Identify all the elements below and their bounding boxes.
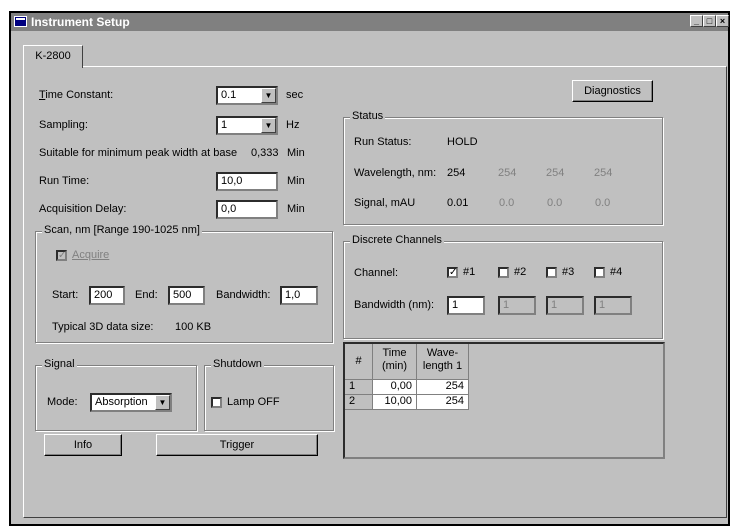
channel-1-checkbox[interactable]: ✓ [447,267,458,278]
trigger-button[interactable]: Trigger [156,434,318,456]
timetable-grid[interactable]: # Time (min) Wave- length 1 1 0,00 254 2… [343,342,665,459]
bandwidth-4-input[interactable]: 1 [594,296,632,315]
mode-label: Mode: [47,396,78,408]
signal-group-title: Signal [42,358,77,370]
run-time-unit: Min [287,175,305,187]
scan-end-label: End: [135,289,158,301]
run-status-value: HOLD [447,136,478,148]
discrete-channels-title: Discrete Channels [350,234,444,246]
instrument-setup-window: Instrument Setup _ □ × K-2800 Time Const… [9,11,730,526]
mode-select[interactable]: Absorption ▼ [90,393,172,412]
time-constant-value: 0.1 [221,89,237,101]
mode-value: Absorption [95,396,148,408]
peak-width-text: Suitable for minimum peak width at base [39,147,238,159]
acquire-checkbox[interactable]: ✓ [56,250,67,261]
channel-2-checkbox[interactable] [498,267,509,278]
signal-label: Signal, mAU [354,197,416,209]
time-constant-select[interactable]: 0.1 ▼ [216,86,278,105]
col-header-wave-line1: Wave- [426,347,459,359]
acquisition-delay-label: Acquisition Delay: [39,203,127,215]
chevron-down-icon[interactable]: ▼ [261,118,276,133]
col-header-time-line2: (min) [381,360,408,372]
scan-bandwidth-input[interactable]: 1,0 [280,286,318,305]
channel-3-checkbox[interactable] [546,267,557,278]
time-constant-unit: sec [286,89,304,101]
table-row-2-time[interactable]: 10,00 [373,395,417,410]
signal-value-3: 0.0 [547,197,563,209]
chevron-down-icon[interactable]: ▼ [261,88,276,103]
wavelength-value-1: 254 [447,167,466,179]
sampling-select[interactable]: 1 ▼ [216,116,278,135]
info-button[interactable]: Info [44,434,122,456]
bandwidth-1-input[interactable]: 1 [447,296,485,315]
tab-k2800[interactable]: K-2800 [23,45,83,68]
acquisition-delay-input[interactable]: 0,0 [216,200,278,219]
lamp-off-label: Lamp OFF [227,396,280,408]
channel-label: Channel: [354,267,399,279]
wavelength-value-2: 254 [498,167,517,179]
acquisition-delay-unit: Min [287,203,305,215]
peak-width-value: 0,333 [251,147,279,159]
table-row-1-time[interactable]: 0,00 [373,380,417,395]
signal-value-1: 0.01 [447,197,469,209]
col-header-wave-line2: length 1 [422,360,463,372]
wavelength-value-3: 254 [546,167,565,179]
table-row-2-wavelength[interactable]: 254 [417,395,469,410]
sampling-value: 1 [221,119,228,131]
channel-2-label: #2 [514,266,527,278]
table-row-1-wavelength[interactable]: 254 [417,380,469,395]
lamp-off-checkbox[interactable] [211,397,222,408]
data-size-value: 100 KB [175,321,212,333]
sampling-unit: Hz [286,119,300,131]
scan-start-input[interactable]: 200 [89,286,125,305]
discrete-channels-group: Discrete Channels [343,234,663,339]
window-title: Instrument Setup [31,15,130,29]
col-header-index: # [345,344,373,380]
diagnostics-button[interactable]: Diagnostics [572,80,653,102]
maximize-button[interactable]: □ [703,15,716,27]
channel-4-label: #4 [610,266,623,278]
minimize-button[interactable]: _ [690,15,703,27]
peak-width-unit: Min [287,147,305,159]
signal-value-2: 0.0 [499,197,515,209]
channel-3-label: #3 [562,266,575,278]
channel-4-checkbox[interactable] [594,267,605,278]
run-time-label: Run Time: [39,175,90,187]
data-size-label: Typical 3D data size: [52,321,154,333]
scan-end-input[interactable]: 500 [168,286,205,305]
wavelength-label: Wavelength, nm: [354,167,437,179]
scan-group-title: Scan, nm [Range 190-1025 nm] [42,224,202,236]
shutdown-group-title: Shutdown [211,358,264,370]
run-time-input[interactable]: 10,0 [216,172,278,191]
scan-start-label: Start: [52,289,79,301]
run-status-label: Run Status: [354,136,412,148]
close-button[interactable]: × [716,15,729,27]
acquire-label: Acquire [72,249,110,261]
bandwidth-3-input[interactable]: 1 [546,296,584,315]
wavelength-value-4: 254 [594,167,613,179]
discrete-bandwidth-label: Bandwidth (nm): [354,299,435,311]
chevron-down-icon[interactable]: ▼ [155,395,170,410]
sampling-label: Sampling: [39,119,88,131]
status-group-title: Status [350,110,386,122]
time-constant-label: Time Constant: [39,89,114,101]
scan-bandwidth-label: Bandwidth: [216,289,271,301]
channel-1-label: #1 [463,266,476,278]
table-row-2-index: 2 [345,395,373,410]
table-row-1-index: 1 [345,380,373,395]
col-header-wavelength: Wave- length 1 [417,344,469,380]
col-header-time-line1: Time [382,347,407,359]
signal-value-4: 0.0 [595,197,611,209]
title-bar[interactable]: Instrument Setup _ □ × [11,13,729,31]
col-header-time: Time (min) [373,344,417,380]
app-icon [14,16,27,27]
bandwidth-2-input[interactable]: 1 [498,296,536,315]
